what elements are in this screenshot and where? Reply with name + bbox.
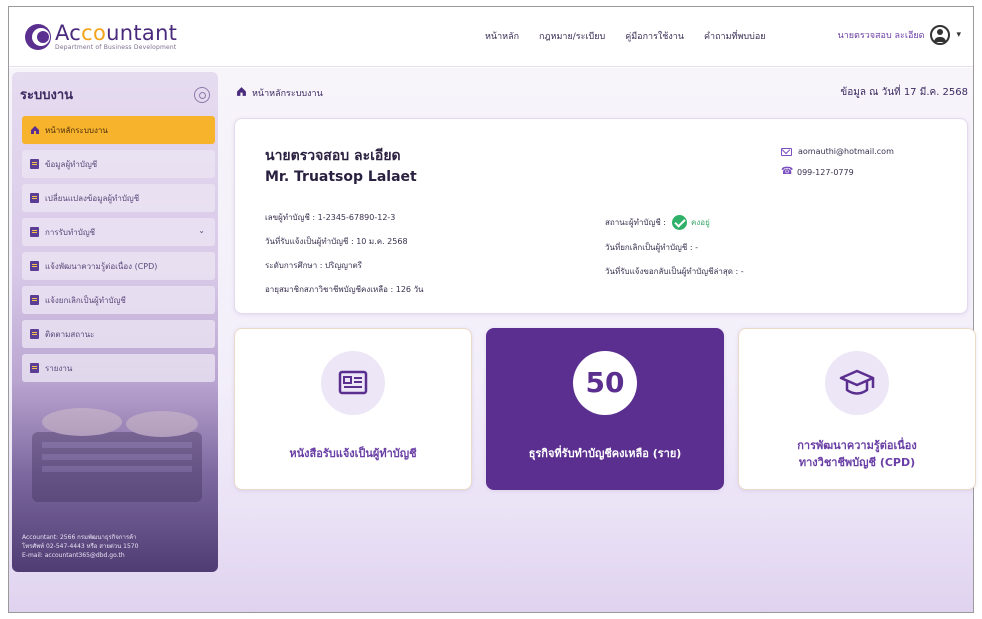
sidebar-item-change-info[interactable]: เปลี่ยนแปลงข้อมูลผู้ทำบัญชี [22,184,215,212]
data-date-label: ข้อมูล ณ วันที่ 17 มี.ค. 2568 [840,87,968,98]
sidebar-item-accounting-service[interactable]: การรับทำบัญชี ⌄ [22,218,215,246]
profile-name-th: นายตรวจสอบ ละเอียด [265,148,401,164]
sidebar-item-report[interactable]: รายงาน [22,354,215,382]
card-remaining-businesses[interactable]: 50 ธุรกิจที่รับทำบัญชีคงเหลือ (ราย) [486,328,724,490]
logo[interactable]: Accountant Department of Business Develo… [23,19,177,55]
card-registration-letter[interactable]: หนังสือรับแจ้งเป็นผู้ทำบัญชี [234,328,472,490]
document-icon [30,363,39,373]
account-id: เลขผู้ทำบัญชี : 1-2345-67890-12-3 [265,213,396,222]
main-nav: หน้าหลัก กฎหมาย/ระเบียบ คู่มือการใช้งาน … [485,29,766,43]
laptop-decoration-icon [32,408,202,502]
sidebar-item-label: ติดตามสถานะ [45,329,95,339]
phone-icon: ☎ [781,166,794,177]
registered-date: วันที่รับแจ้งเป็นผู้ทำบัญชี : 10 ม.ค. 25… [265,237,408,246]
card-label: การพัฒนาความรู้ต่อเนื่อง ทางวิชาชีพบัญชี… [797,439,917,469]
sidebar-collapse-icon[interactable] [194,86,210,103]
sidebar-item-cpd[interactable]: แจ้งพัฒนาความรู้ต่อเนื่อง (CPD) [22,252,215,280]
status-badge: คงอยู่ [672,215,710,230]
sidebar-item-track-status[interactable]: ติดตามสถานะ [22,320,215,348]
id-card-icon [321,351,385,415]
user-name: นายตรวจสอบ ละเอียด [837,31,925,41]
sidebar-item-label: ข้อมูลผู้ทำบัญชี [45,159,98,169]
home-icon [30,125,39,135]
profile-card: นายตรวจสอบ ละเอียด Mr. Truatsop Lalaet เ… [234,118,968,314]
document-icon [30,295,39,305]
remaining-businesses-count: 50 [585,366,625,399]
user-menu[interactable]: นายตรวจสอบ ละเอียด ▾ [838,25,961,45]
sidebar-title: ระบบงาน [20,88,74,103]
nav-law[interactable]: กฎหมาย/ระเบียบ [539,29,605,43]
sidebar-item-label: เปลี่ยนแปลงข้อมูลผู้ทำบัญชี [45,193,140,203]
breadcrumb-label: หน้าหลักระบบงาน [252,89,323,99]
sidebar-item-label: แจ้งพัฒนาความรู้ต่อเนื่อง (CPD) [45,261,158,271]
home-icon[interactable] [236,86,247,100]
document-icon [30,329,39,339]
account-status: สถานะผู้ทำบัญชี : คงอยู่ [605,215,710,230]
status-value: คงอยู่ [691,218,710,227]
sidebar-item-label: แจ้งยกเลิกเป็นผู้ทำบัญชี [45,295,126,305]
sidebar-item-label: หน้าหลักระบบงาน [45,125,108,135]
contact-phone: ☎ 099-127-0779 [781,166,854,177]
nav-manual[interactable]: คู่มือการใช้งาน [625,29,684,43]
mail-icon [781,147,792,156]
chevron-down-icon: ▾ [956,30,961,40]
sidebar-menu: หน้าหลักระบบงาน ข้อมูลผู้ทำบัญชี เปลี่ยน… [22,116,215,388]
logo-subtitle: Department of Business Development [55,44,177,51]
document-icon [30,193,39,203]
logo-mark-icon [23,22,53,52]
top-navbar: Accountant Department of Business Develo… [9,7,973,67]
sidebar: ระบบงาน หน้าหลักระบบงาน ข้อมูลผู้ทำบัญชี… [12,72,218,572]
graduation-cap-icon [825,351,889,415]
remaining-membership: อายุสมาชิกสภาวิชาชีพบัญชีคงเหลือ : 126 ว… [265,285,424,294]
chevron-down-icon: ⌄ [198,226,205,235]
profile-name-en: Mr. Truatsop Lalaet [265,169,417,185]
education-level: ระดับการศึกษา : ปริญญาตรี [265,261,362,270]
sidebar-item-account-info[interactable]: ข้อมูลผู้ทำบัญชี [22,150,215,178]
return-date: วันที่รับแจ้งขอกลับเป็นผู้ทำบัญชีล่าสุด … [605,267,744,276]
sidebar-item-label: รายงาน [45,363,73,373]
sidebar-item-cancel[interactable]: แจ้งยกเลิกเป็นผู้ทำบัญชี [22,286,215,314]
sidebar-footer: Accountant: 2566 กรมพัฒนาธุรกิจการค้า โท… [22,534,139,559]
user-avatar-icon [930,25,951,45]
nav-faq[interactable]: คำถามที่พบบ่อย [704,29,765,43]
nav-home[interactable]: หน้าหลัก [485,29,519,43]
document-icon [30,261,39,271]
sidebar-item-label: การรับทำบัญชี [45,227,96,237]
sidebar-item-home[interactable]: หน้าหลักระบบงาน [22,116,215,144]
document-icon [30,159,39,169]
card-cpd[interactable]: การพัฒนาความรู้ต่อเนื่อง ทางวิชาชีพบัญชี… [738,328,976,490]
cancel-date: วันที่ยกเลิกเป็นผู้ทำบัญชี : - [605,243,698,252]
card-label: ธุรกิจที่รับทำบัญชีคงเหลือ (ราย) [528,447,682,460]
card-label: หนังสือรับแจ้งเป็นผู้ทำบัญชี [289,447,417,460]
logo-text: Accountant [55,21,178,45]
breadcrumb: หน้าหลักระบบงาน [236,86,323,100]
document-icon [30,227,39,237]
check-circle-icon [672,215,687,230]
contact-email: aomauthi@hotmail.com [781,147,894,156]
status-label: สถานะผู้ทำบัญชี : [605,218,666,227]
